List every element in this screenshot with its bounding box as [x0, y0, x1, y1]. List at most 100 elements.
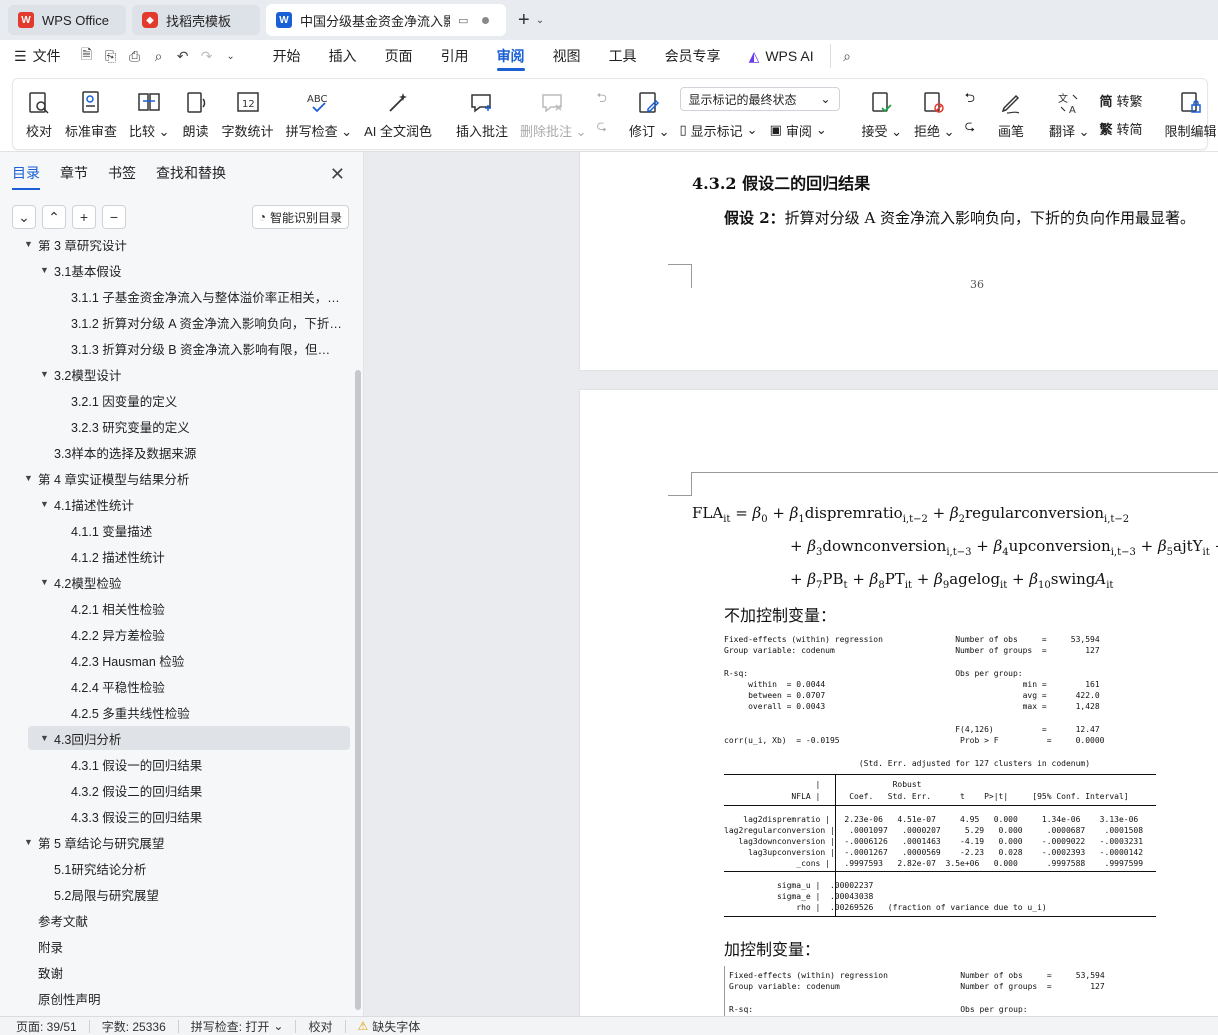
delete-comment-button[interactable]: 删除批注 ⌄	[514, 82, 593, 146]
spell-check-button[interactable]: ABC 拼写检查 ⌄	[280, 82, 359, 146]
page-indicator[interactable]: 页面: 39/51	[16, 1019, 90, 1034]
next-change-icon[interactable]: ⮎	[965, 117, 975, 139]
quick-access-more-icon[interactable]: ⌄	[219, 44, 243, 68]
expand-arrow-icon[interactable]: ▼	[40, 733, 54, 743]
toc-item[interactable]: 3.2.1 因变量的定义	[0, 388, 346, 412]
toc-item[interactable]: 参考文献	[0, 908, 346, 932]
insert-comment-button[interactable]: 插入批注	[450, 82, 514, 146]
toc-item[interactable]: 致谢	[0, 960, 346, 984]
toc-item[interactable]: 4.2.3 Hausman 检验	[0, 648, 346, 672]
toc-item[interactable]: 4.1.2 描述性统计	[0, 544, 346, 568]
toc-item[interactable]: 3.1.2 折算对分级 A 资金净流入影响负向，下折 ...	[0, 310, 346, 334]
collapse-down-icon[interactable]: ⌄	[12, 205, 36, 229]
markup-state-select[interactable]: 显示标记的最终状态 ⌄	[679, 87, 840, 111]
toc-item[interactable]: 3.2.3 研究变量的定义	[0, 414, 346, 438]
standard-review-button[interactable]: 标准审查	[59, 82, 123, 146]
next-comment-icon[interactable]: ⮎	[597, 117, 607, 139]
word-count-button[interactable]: 12 字数统计	[216, 82, 280, 146]
to-traditional-button[interactable]: 简转繁	[1100, 89, 1143, 111]
document-canvas[interactable]: 4.3.2 假设二的回归结果 假设 2：折算对分级 A 资金净流入影响负向，下折…	[364, 152, 1218, 1016]
toc-item[interactable]: 原创性声明	[0, 986, 346, 1010]
expand-arrow-icon[interactable]: ▼	[40, 369, 54, 379]
save-icon[interactable]: 🗎	[75, 44, 99, 68]
toc-item[interactable]: ▼ 第 5 章结论与研究展望	[0, 830, 346, 854]
scrollbar-thumb[interactable]	[355, 370, 361, 1010]
tab-document[interactable]: W 中国分级基金资金净流入影响因 ▭	[266, 4, 506, 36]
revise-button[interactable]: 修订 ⌄	[623, 82, 676, 146]
expand-arrow-icon[interactable]: ▼	[40, 577, 54, 587]
toc-item[interactable]: 4.2.5 多重共线性检验	[0, 700, 346, 724]
prev-change-icon[interactable]: ⮌	[965, 89, 975, 111]
toc-item[interactable]: 4.3.2 假设二的回归结果	[0, 778, 346, 802]
tab-docer[interactable]: ◆ 找稻壳模板	[132, 5, 260, 35]
menu-review[interactable]: 审阅	[483, 40, 539, 72]
export-icon[interactable]: ⎘	[99, 44, 123, 68]
remove-heading-icon[interactable]: −	[102, 205, 126, 229]
toc-item[interactable]: ▼ 4.2模型检验	[0, 570, 346, 594]
toc-item[interactable]: ▼ 3.2模型设计	[0, 362, 346, 386]
toc-item[interactable]: 4.3.3 假设三的回归结果	[0, 804, 346, 828]
toc-item[interactable]: ▼ 4.3回归分析	[28, 726, 350, 750]
tab-toc[interactable]: 目录	[12, 152, 40, 194]
close-icon[interactable]: ✕	[330, 164, 345, 185]
toc-item[interactable]: 3.1.3 折算对分级 B 资金净流入影响有限，但上折 ...	[0, 336, 346, 360]
menu-page[interactable]: 页面	[371, 40, 427, 72]
expand-arrow-icon[interactable]: ▼	[24, 240, 38, 249]
tab-find-replace[interactable]: 查找和替换	[156, 152, 226, 194]
prev-comment-icon[interactable]: ⮌	[597, 89, 607, 111]
pen-button[interactable]: 画笔	[991, 82, 1031, 146]
expand-arrow-icon[interactable]: ▼	[24, 473, 38, 483]
show-markup-button[interactable]: ▯ 显示标记 ⌄	[680, 119, 758, 141]
proof-indicator[interactable]: 校对	[296, 1019, 346, 1034]
proof-button[interactable]: 校对	[19, 82, 59, 146]
word-count-indicator[interactable]: 字数: 25336	[90, 1019, 179, 1034]
tab-chapters[interactable]: 章节	[60, 152, 88, 194]
document-page[interactable]: FLAit = β0 + β1dispremratioi,t−2 + β2reg…	[580, 390, 1218, 1016]
print-icon[interactable]: ⎙	[123, 44, 147, 68]
toc-item[interactable]: 5.2局限与研究展望	[0, 882, 346, 906]
chevron-down-icon[interactable]: ⌄	[536, 15, 544, 26]
expand-arrow-icon[interactable]: ▼	[24, 837, 38, 847]
undo-icon[interactable]: ↶	[171, 44, 195, 68]
add-heading-icon[interactable]: +	[72, 205, 96, 229]
menu-wps-ai[interactable]: ◭ WPS AI	[735, 40, 828, 72]
menu-view[interactable]: 视图	[539, 40, 595, 72]
menu-tools[interactable]: 工具	[595, 40, 651, 72]
toc-item[interactable]: ▼ 3.1基本假设	[0, 258, 346, 282]
toc-item[interactable]: 4.3.1 假设一的回归结果	[0, 752, 346, 776]
missing-font-indicator[interactable]: ⚠ 缺失字体	[346, 1019, 433, 1034]
ai-polish-button[interactable]: AI 全文润色	[358, 82, 438, 146]
toc-item[interactable]: ▼ 4.1描述性统计	[0, 492, 346, 516]
toc-item[interactable]: 4.2.1 相关性检验	[0, 596, 346, 620]
sidebar-scrollbar[interactable]	[354, 240, 362, 1016]
document-page[interactable]: 4.3.2 假设二的回归结果 假设 2：折算对分级 A 资金净流入影响负向，下折…	[580, 152, 1218, 370]
reject-button[interactable]: 拒绝 ⌄	[908, 82, 961, 146]
review-pane-button[interactable]: ▣ 审阅 ⌄	[770, 119, 827, 141]
toc-item[interactable]: ▼ 第 4 章实证模型与结果分析	[0, 466, 346, 490]
tab-wps-office[interactable]: W WPS Office	[8, 5, 126, 35]
toc-item[interactable]: 4.1.1 变量描述	[0, 518, 346, 542]
smart-toc-button[interactable]: ◔ 智能识别目录	[251, 205, 349, 229]
spell-check-indicator[interactable]: 拼写检查: 打开 ⌄	[179, 1019, 297, 1034]
read-aloud-button[interactable]: 朗读	[176, 82, 216, 146]
toc-item[interactable]: 5.1研究结论分析	[0, 856, 346, 880]
accept-button[interactable]: 接受 ⌄	[856, 82, 909, 146]
menu-member[interactable]: 会员专享	[651, 40, 735, 72]
menu-reference[interactable]: 引用	[427, 40, 483, 72]
menu-insert[interactable]: 插入	[315, 40, 371, 72]
translate-button[interactable]: 文A 翻译 ⌄	[1043, 82, 1096, 146]
expand-up-icon[interactable]: ⌃	[42, 205, 66, 229]
print-preview-icon[interactable]: ⌕	[147, 44, 171, 68]
new-tab-button[interactable]: +	[518, 9, 530, 32]
redo-icon[interactable]: ↷	[195, 44, 219, 68]
toc-item[interactable]: 附录	[0, 934, 346, 958]
compare-button[interactable]: 比较 ⌄	[123, 82, 176, 146]
toc-item[interactable]: 3.3样本的选择及数据来源	[0, 440, 346, 464]
expand-arrow-icon[interactable]: ▼	[40, 265, 54, 275]
restrict-edit-button[interactable]: 限制编辑	[1159, 82, 1218, 146]
menu-start[interactable]: 开始	[259, 40, 315, 72]
to-simplified-button[interactable]: 繁转简	[1100, 117, 1143, 139]
toc-item[interactable]: ▼ 第 3 章研究设计	[0, 240, 346, 256]
toc-item[interactable]: 3.1.1 子基金资金净流入与整体溢价率正相关，与 ...	[0, 284, 346, 308]
file-menu[interactable]: ☰ 文件	[0, 40, 75, 72]
